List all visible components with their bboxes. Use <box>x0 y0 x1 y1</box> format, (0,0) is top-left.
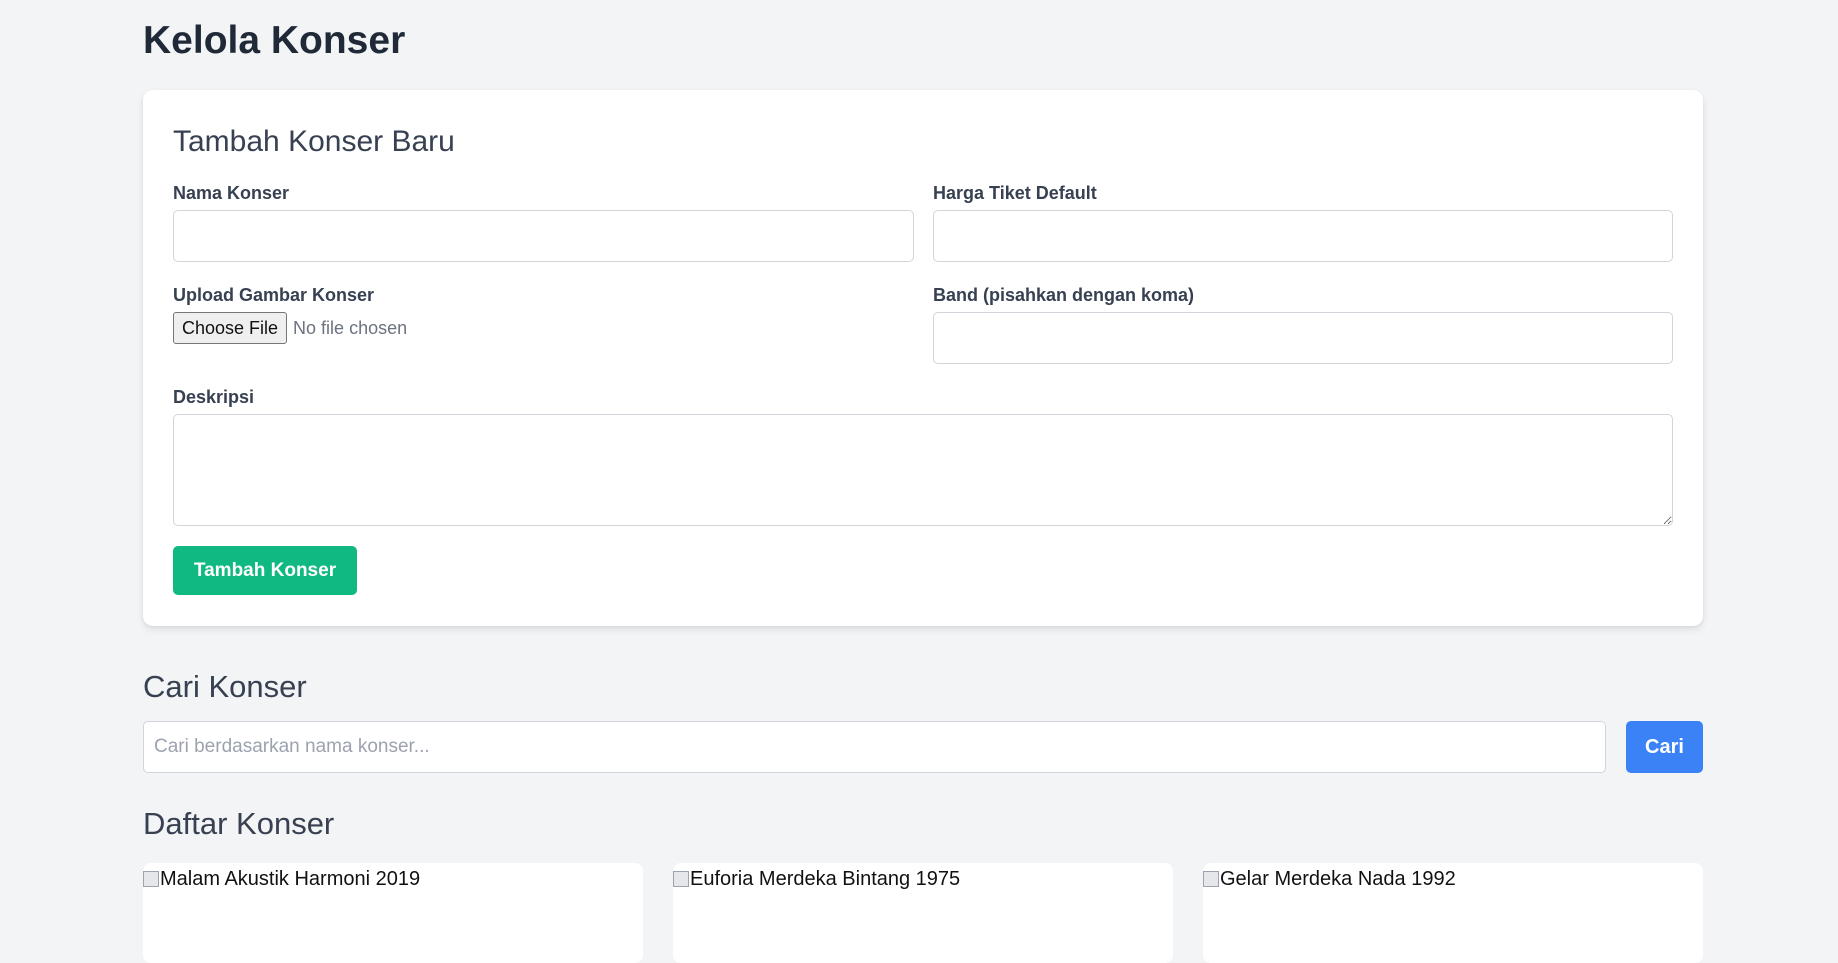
concert-image-alt: Malam Akustik Harmoni 2019 <box>160 868 421 890</box>
concert-image-alt: Euforia Merdeka Bintang 1975 <box>690 868 961 890</box>
search-button[interactable]: Cari <box>1626 721 1703 773</box>
description-textarea[interactable] <box>173 414 1673 526</box>
band-input[interactable] <box>933 312 1673 364</box>
broken-image-icon <box>673 871 689 887</box>
description-label: Deskripsi <box>173 387 255 407</box>
add-concert-title: Tambah Konser Baru <box>173 125 455 158</box>
broken-image-icon <box>1203 871 1219 887</box>
add-concert-button[interactable]: Tambah Konser <box>173 546 357 595</box>
concert-name-input[interactable] <box>173 210 914 262</box>
page-title: Kelola Konser <box>143 19 406 62</box>
choose-file-button[interactable]: Choose File <box>173 312 288 344</box>
concert-image: Malam Akustik Harmoni 2019 <box>143 863 643 891</box>
search-input[interactable] <box>143 721 1606 773</box>
concert-card[interactable]: Euforia Merdeka Bintang 1975 <box>673 863 1173 963</box>
concert-card[interactable]: Malam Akustik Harmoni 2019 <box>143 863 643 963</box>
upload-image-label: Upload Gambar Konser <box>173 285 375 305</box>
concert-image: Euforia Merdeka Bintang 1975 <box>673 863 1173 891</box>
ticket-price-label: Harga Tiket Default <box>933 183 1097 203</box>
concert-name-label: Nama Konser <box>173 183 290 203</box>
concert-list-title: Daftar Konser <box>143 806 335 841</box>
file-status-text: No file chosen <box>293 317 408 338</box>
concert-card[interactable]: Gelar Merdeka Nada 1992 <box>1203 863 1703 963</box>
file-upload: Choose File No file chosen <box>173 312 407 344</box>
concert-image: Gelar Merdeka Nada 1992 <box>1203 863 1703 891</box>
concert-image-alt: Gelar Merdeka Nada 1992 <box>1220 868 1456 890</box>
search-section-title: Cari Konser <box>143 669 307 704</box>
broken-image-icon <box>143 871 159 887</box>
ticket-price-input[interactable] <box>933 210 1673 262</box>
band-label: Band (pisahkan dengan koma) <box>933 285 1195 305</box>
